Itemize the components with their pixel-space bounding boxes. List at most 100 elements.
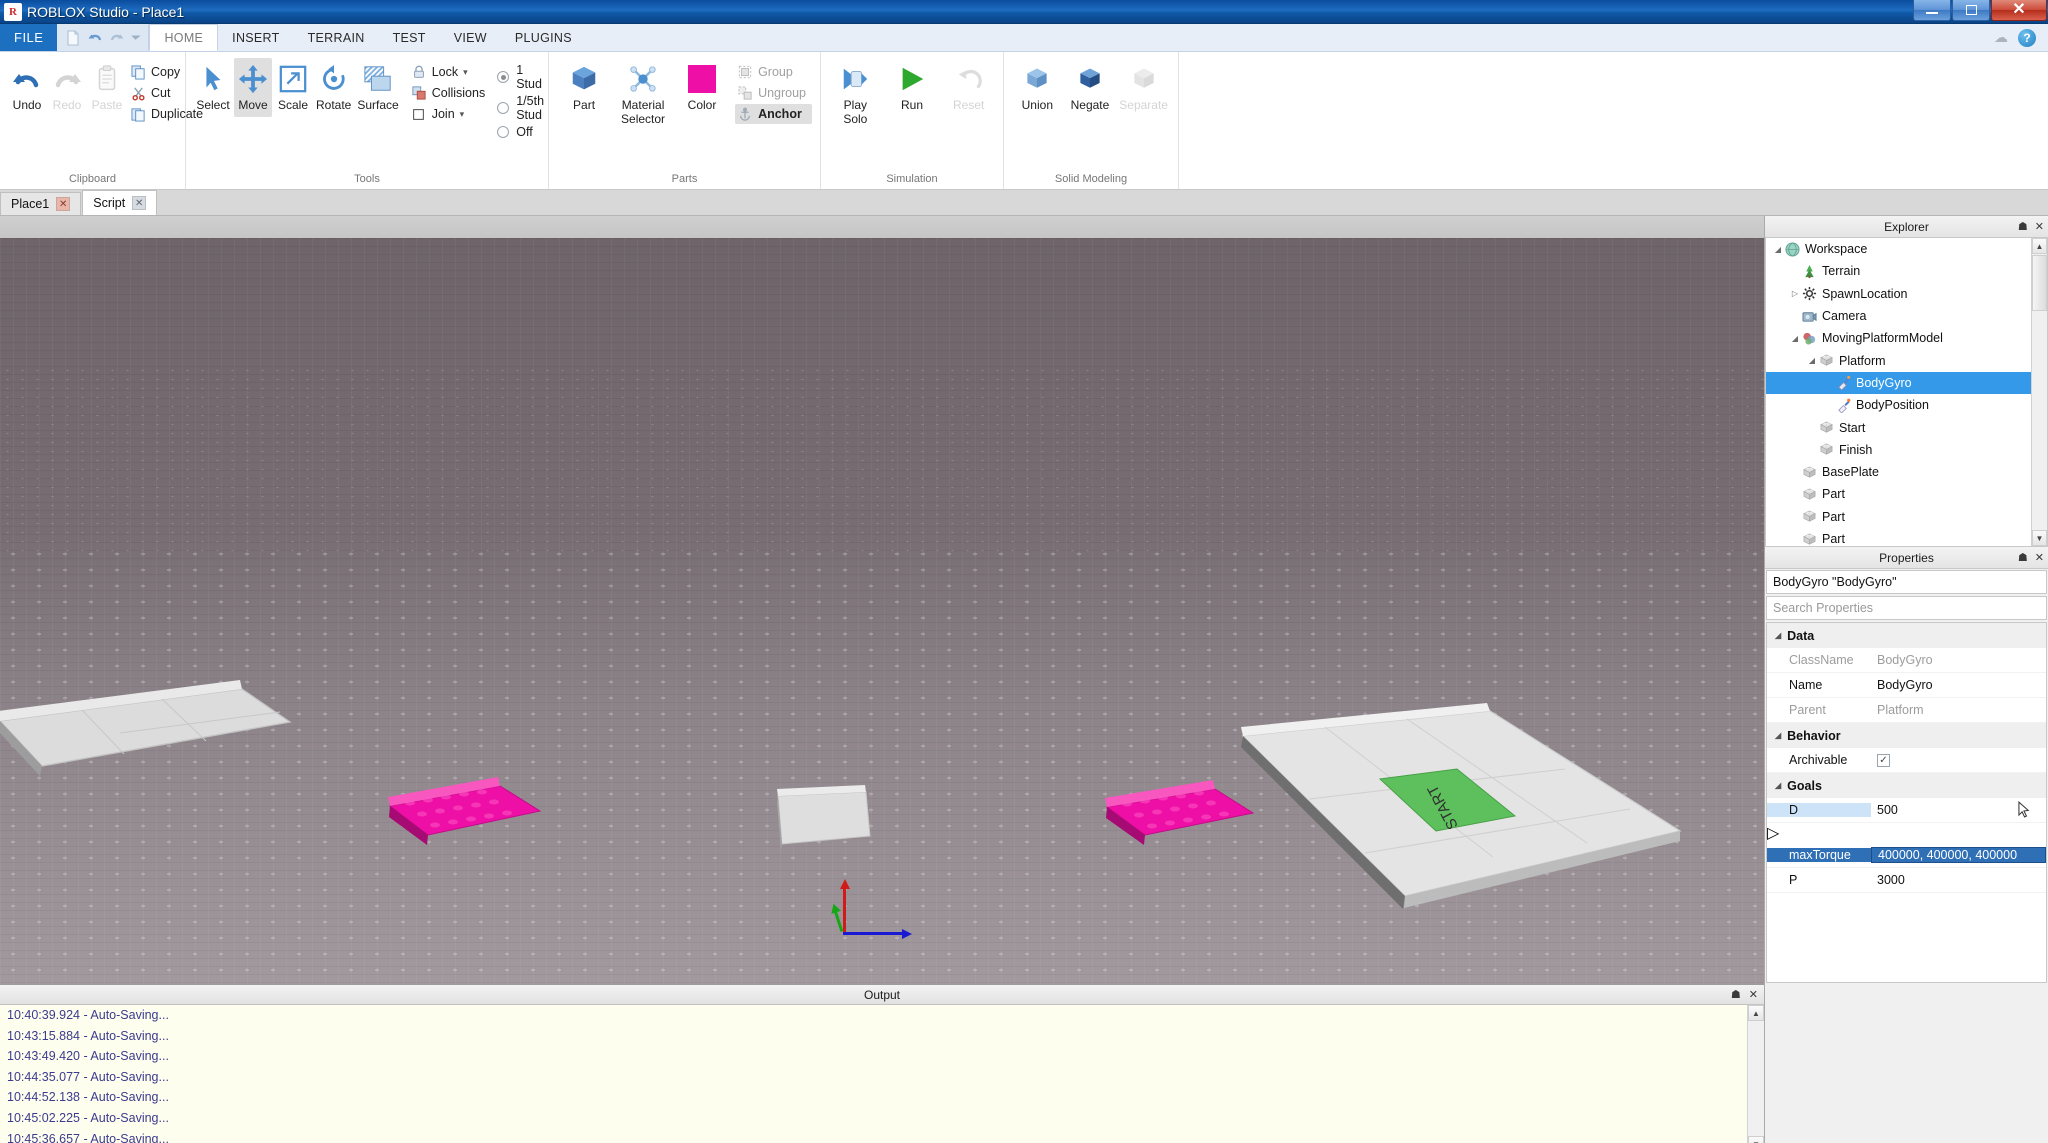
explorer-item-spawnlocation[interactable]: ▷ SpawnLocation <box>1766 283 2047 305</box>
ungroup-button[interactable]: Ungroup <box>735 83 812 103</box>
property-value[interactable]: 400000, 400000, 400000 <box>1871 847 2046 863</box>
properties-float-icon[interactable]: ☗ <box>2018 551 2028 564</box>
property-value[interactable]: BodyGyro <box>1871 678 2046 692</box>
radio-fifth-stud[interactable]: 1/5th Stud <box>497 94 544 122</box>
expander-open-icon[interactable]: ◢ <box>1806 356 1818 365</box>
tab-plugins[interactable]: PLUGINS <box>501 24 586 51</box>
separate-button[interactable]: Separate <box>1117 58 1170 117</box>
run-button[interactable]: Run <box>886 58 939 117</box>
undo-icon[interactable] <box>87 30 103 46</box>
tab-terrain[interactable]: TERRAIN <box>294 24 379 51</box>
properties-category-goals[interactable]: ◢ Goals <box>1767 773 2046 798</box>
tab-home[interactable]: HOME <box>149 24 219 51</box>
explorer-item-part-13[interactable]: Part <box>1766 528 2047 546</box>
explorer-tree[interactable]: ◢ Workspace Terrain ▷ SpawnLocation Camera ◢ Mo… <box>1765 238 2048 547</box>
tab-view[interactable]: VIEW <box>440 24 501 51</box>
output-close-icon[interactable]: ✕ <box>1749 988 1758 1001</box>
properties-category-behavior[interactable]: ◢ Behavior <box>1767 723 2046 748</box>
platform-center-white[interactable] <box>770 766 880 856</box>
explorer-item-workspace[interactable]: ◢ Workspace <box>1766 238 2047 260</box>
property-expander-icon[interactable]: ▷ <box>1767 825 1779 842</box>
maximize-button[interactable] <box>1952 0 1990 21</box>
close-button[interactable]: ✕ <box>1991 0 2047 21</box>
material-selector-button[interactable]: Material Selector <box>613 58 673 131</box>
property-row-name[interactable]: Name BodyGyro <box>1767 673 2046 698</box>
explorer-item-part-12[interactable]: Part <box>1766 506 2047 528</box>
customize-qat-icon[interactable] <box>131 30 142 46</box>
join-dropdown-caret[interactable]: ▾ <box>460 109 465 120</box>
file-menu-button[interactable]: FILE <box>0 24 58 51</box>
explorer-item-finish[interactable]: Finish <box>1766 439 2047 461</box>
property-row-d[interactable]: D 500 <box>1767 798 2046 823</box>
archivable-checkbox[interactable]: ✓ <box>1877 753 1890 767</box>
gizmo-y-axis[interactable] <box>839 879 850 935</box>
output-body[interactable]: 10:40:39.924 - Auto-Saving... 10:43:15.88… <box>0 1005 1764 1143</box>
explorer-scrollbar[interactable]: ▲ ▼ <box>2031 238 2047 546</box>
negate-button[interactable]: Negate <box>1065 58 1116 117</box>
group-button[interactable]: Group <box>735 62 812 82</box>
radio-1-stud[interactable]: 1 Stud <box>497 63 544 91</box>
union-button[interactable]: Union <box>1012 58 1063 117</box>
explorer-item-terrain[interactable]: Terrain <box>1766 260 2047 282</box>
tab-insert[interactable]: INSERT <box>218 24 293 51</box>
color-button[interactable]: Color <box>675 58 729 117</box>
redo-icon[interactable] <box>109 30 125 46</box>
select-tool-button[interactable]: Select <box>194 58 232 117</box>
doc-tab-script[interactable]: Script ✕ <box>82 190 158 215</box>
output-scrollbar[interactable]: ▲ ▼ <box>1747 1005 1764 1143</box>
part-button[interactable]: Part <box>557 58 611 117</box>
doc-tab-place1-close-icon[interactable]: ✕ <box>56 197 71 211</box>
properties-list[interactable]: ◢ Data ClassName BodyGyro Name BodyGyro Parent… <box>1766 622 2047 983</box>
explorer-float-icon[interactable]: ☗ <box>2018 220 2028 233</box>
explorer-scroll-thumb[interactable] <box>2032 255 2047 311</box>
category-expander-icon[interactable]: ◢ <box>1775 731 1781 740</box>
property-row-parent[interactable]: Parent Platform <box>1767 698 2046 723</box>
property-row-archivable[interactable]: Archivable ✓ <box>1767 748 2046 773</box>
expander-closed-icon[interactable]: ▷ <box>1789 289 1801 298</box>
explorer-item-camera[interactable]: Camera <box>1766 305 2047 327</box>
help-icon[interactable]: ? <box>2018 28 2036 47</box>
undo-button[interactable]: Undo <box>8 58 46 117</box>
surface-tool-button[interactable]: Surface <box>355 58 400 117</box>
property-row-maxtorque[interactable]: maxTorque 400000, 400000, 400000 <box>1767 843 2046 868</box>
explorer-item-bodygyro[interactable]: BodyGyro <box>1766 371 2047 395</box>
platform-magenta-left[interactable] <box>380 761 560 876</box>
properties-category-data[interactable]: ◢ Data <box>1767 623 2046 648</box>
gizmo-x-axis[interactable] <box>843 928 912 939</box>
property-row-classname[interactable]: ClassName BodyGyro <box>1767 648 2046 673</box>
join-button[interactable]: Join ▾ <box>409 104 492 124</box>
cloud-icon[interactable]: ☁ <box>1994 29 2008 46</box>
explorer-item-platform[interactable]: ◢ Platform <box>1766 349 2047 371</box>
property-value[interactable]: BodyGyro <box>1871 653 2046 667</box>
viewport-3d[interactable]: START <box>0 216 1764 984</box>
properties-close-icon[interactable]: ✕ <box>2035 551 2044 564</box>
explorer-item-baseplate[interactable]: BasePlate <box>1766 461 2047 483</box>
lock-dropdown-caret[interactable]: ▾ <box>463 67 468 78</box>
scale-tool-button[interactable]: Scale <box>274 58 312 117</box>
category-expander-icon[interactable]: ◢ <box>1775 631 1781 640</box>
explorer-scroll-down-icon[interactable]: ▼ <box>2032 530 2047 546</box>
property-value[interactable]: ✓ <box>1871 753 2046 767</box>
gizmo-z-axis[interactable] <box>833 910 844 932</box>
collisions-button[interactable]: Collisions <box>409 83 492 103</box>
property-value[interactable]: 3000 <box>1871 873 2046 887</box>
reset-button[interactable]: Reset <box>942 58 995 117</box>
output-scroll-down-icon[interactable]: ▼ <box>1748 1136 1764 1143</box>
anchor-button[interactable]: Anchor <box>735 104 813 124</box>
property-value[interactable]: Platform <box>1871 703 2046 717</box>
doc-tab-script-close-icon[interactable]: ✕ <box>132 196 147 210</box>
property-row-p[interactable]: P 3000 <box>1767 868 2046 893</box>
move-gizmo[interactable] <box>833 871 913 941</box>
move-tool-button[interactable]: Move <box>234 58 272 117</box>
rotate-tool-button[interactable]: Rotate <box>314 58 353 117</box>
output-float-icon[interactable]: ☗ <box>1731 988 1741 1001</box>
lock-button[interactable]: Lock ▾ <box>409 62 492 82</box>
properties-search-input[interactable]: Search Properties <box>1766 596 2047 620</box>
platform-left-white[interactable] <box>0 576 440 836</box>
expander-open-icon[interactable]: ◢ <box>1772 245 1784 254</box>
play-solo-button[interactable]: Play Solo <box>829 58 882 131</box>
platform-right-start[interactable]: START <box>1225 681 1695 956</box>
explorer-scroll-up-icon[interactable]: ▲ <box>2032 238 2047 254</box>
category-expander-icon[interactable]: ◢ <box>1775 781 1781 790</box>
tab-test[interactable]: TEST <box>379 24 440 51</box>
